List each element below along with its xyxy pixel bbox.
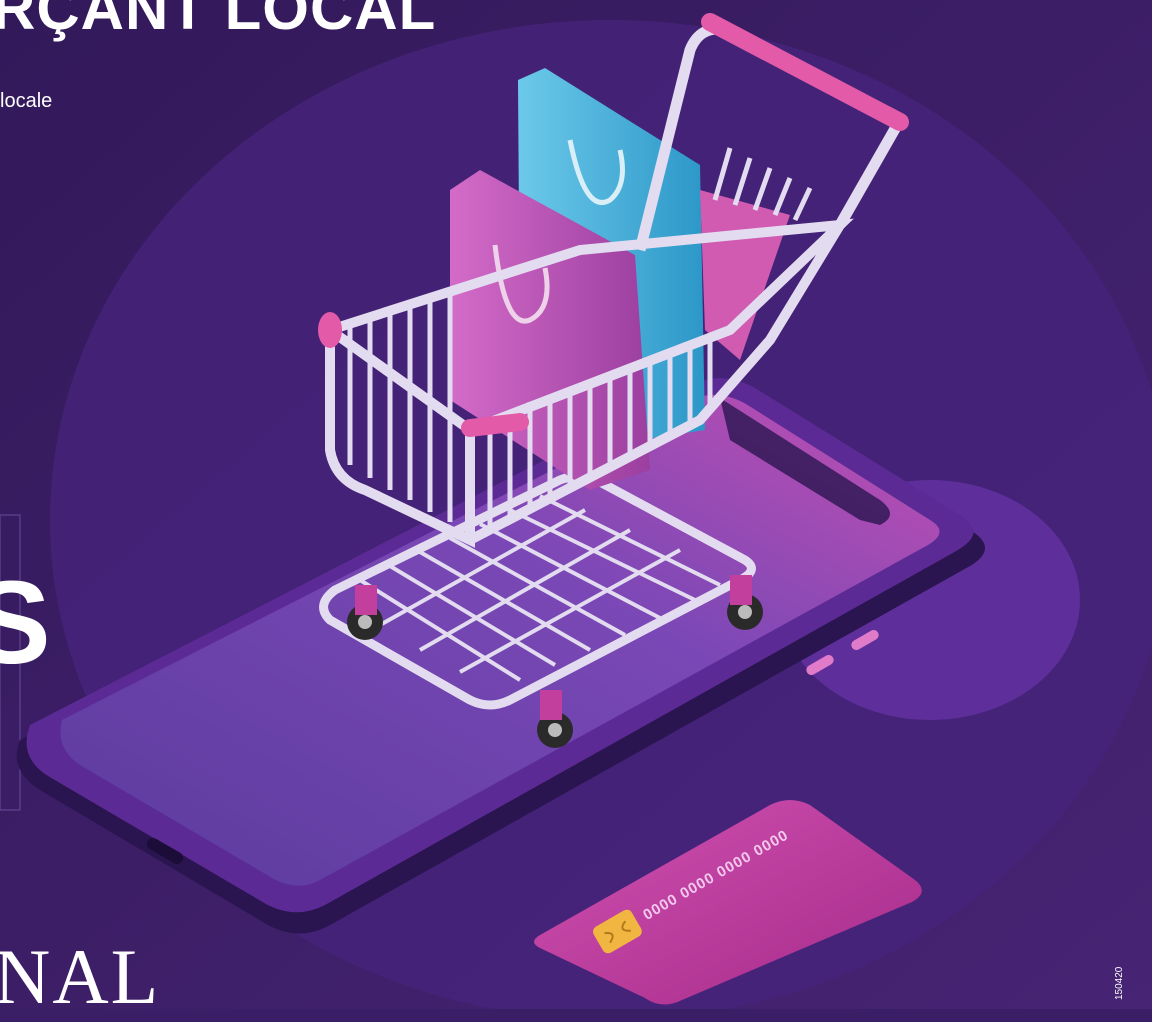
page-subline: locale [0, 90, 53, 112]
shopping-illustration: 0000 0000 0000 0000 [0, 0, 1152, 1009]
reference-code: 150420 [1114, 966, 1125, 1000]
cropped-heading-letter: S [0, 557, 51, 689]
page-headline: RÇANT LOCAL [0, 0, 437, 42]
